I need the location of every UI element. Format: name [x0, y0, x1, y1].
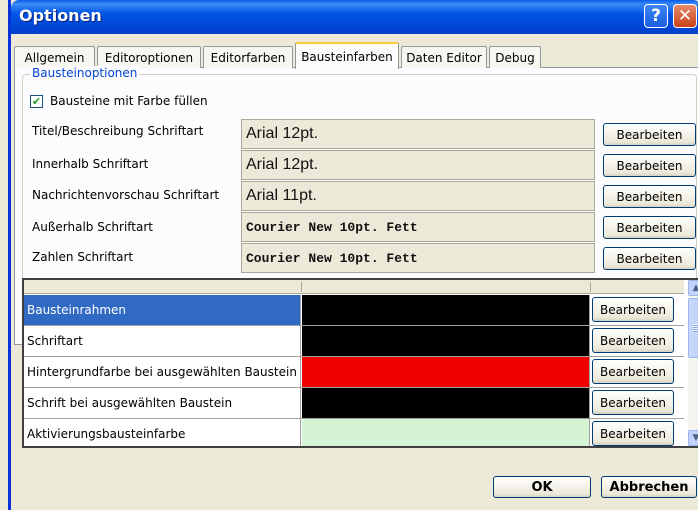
font-label-zahlen: Zahlen Schriftart — [32, 250, 134, 264]
edit-font-nachrichtenvorschau-button[interactable]: Bearbeiten — [603, 185, 696, 208]
font-label-titel: Titel/Beschreibung Schriftart — [32, 124, 204, 138]
scroll-thumb[interactable] — [688, 298, 698, 358]
tab-allgemein[interactable]: Allgemein — [14, 46, 95, 68]
grid-header — [24, 280, 684, 294]
color-row-label[interactable]: Schrift bei ausgewählten Baustein — [24, 388, 301, 418]
edit-font-innerhalb-button[interactable]: Bearbeiten — [603, 154, 696, 177]
font-preview-zahlen: Courier New 10pt. Fett — [241, 243, 595, 273]
edit-font-ausserhalb-button[interactable]: Bearbeiten — [603, 216, 696, 239]
color-swatch[interactable] — [302, 295, 590, 325]
grip-icon — [692, 324, 698, 332]
color-grid: Bausteinrahmen Bearbeiten Schriftart Bea… — [22, 278, 698, 448]
help-button[interactable]: ? — [644, 4, 668, 28]
edit-color-button[interactable]: Bearbeiten — [592, 359, 674, 384]
edit-font-titel-button[interactable]: Bearbeiten — [603, 123, 696, 146]
tab-bausteinfarben[interactable]: Bausteinfarben — [295, 42, 399, 69]
options-dialog: Optionen ? ✕ Allgemein Editoroptionen Ed… — [8, 0, 698, 510]
color-swatch[interactable] — [302, 326, 590, 356]
color-row-label[interactable]: Hintergrundfarbe bei ausgewählten Bauste… — [24, 357, 301, 387]
font-preview-titel: Arial 12pt. — [241, 119, 595, 149]
cancel-button[interactable]: Abbrechen — [601, 476, 697, 498]
font-preview-innerhalb: Arial 12pt. — [241, 150, 595, 180]
edit-color-button[interactable]: Bearbeiten — [592, 421, 674, 446]
fill-checkbox-label[interactable]: Bausteine mit Farbe füllen — [50, 94, 208, 108]
edit-color-button[interactable]: Bearbeiten — [592, 390, 674, 415]
edit-font-zahlen-button[interactable]: Bearbeiten — [603, 247, 696, 270]
font-preview-text: Courier New 10pt. Fett — [246, 250, 418, 266]
checkmark-icon: ✔ — [31, 95, 42, 108]
font-preview-text: Arial 12pt. — [246, 156, 319, 173]
color-row-schrift-ausgewaehlt[interactable]: Schrift bei ausgewählten Baustein Bearbe… — [24, 388, 684, 419]
color-row-bausteinrahmen[interactable]: Bausteinrahmen Bearbeiten — [24, 295, 684, 326]
grid-header-divider[interactable] — [590, 282, 591, 292]
tab-editorfarben[interactable]: Editorfarben — [203, 46, 293, 68]
tab-debug[interactable]: Debug — [489, 46, 541, 68]
close-button[interactable]: ✕ — [673, 4, 697, 28]
color-row-hintergrundfarbe[interactable]: Hintergrundfarbe bei ausgewählten Bauste… — [24, 357, 684, 388]
group-legend: Bausteinoptionen — [30, 66, 140, 80]
font-preview-ausserhalb: Courier New 10pt. Fett — [241, 212, 595, 242]
font-preview-text: Courier New 10pt. Fett — [246, 219, 418, 235]
color-row-label[interactable]: Aktivierungsbausteinfarbe — [24, 419, 301, 446]
font-label-ausserhalb: Außerhalb Schriftart — [32, 220, 154, 234]
color-swatch[interactable] — [302, 357, 590, 387]
grid-scrollbar[interactable]: ▲ ▼ — [688, 280, 698, 446]
tab-editoroptionen[interactable]: Editoroptionen — [97, 46, 201, 68]
color-row-label[interactable]: Schriftart — [24, 326, 301, 356]
font-preview-text: Arial 12pt. — [246, 125, 319, 142]
font-label-innerhalb: Innerhalb Schriftart — [32, 157, 149, 171]
color-swatch[interactable] — [302, 388, 590, 418]
window-title: Optionen — [19, 6, 102, 25]
font-preview-nachrichtenvorschau: Arial 11pt. — [241, 181, 595, 211]
scroll-down-icon[interactable]: ▼ — [688, 430, 698, 446]
tab-daten-editor[interactable]: Daten Editor — [401, 46, 487, 68]
ok-button[interactable]: OK — [493, 476, 591, 498]
color-row-aktivierungsbausteinfarbe[interactable]: Aktivierungsbausteinfarbe Bearbeiten — [24, 419, 684, 446]
title-bar[interactable]: Optionen ? ✕ — [11, 0, 698, 34]
font-label-nachrichtenvorschau: Nachrichtenvorschau Schriftart — [32, 188, 220, 202]
edit-color-button[interactable]: Bearbeiten — [592, 297, 674, 322]
scroll-up-icon[interactable]: ▲ — [688, 280, 698, 296]
font-preview-text: Arial 11pt. — [246, 187, 317, 204]
edit-color-button[interactable]: Bearbeiten — [592, 328, 674, 353]
color-row-label[interactable]: Bausteinrahmen — [24, 295, 301, 325]
color-row-schriftart[interactable]: Schriftart Bearbeiten — [24, 326, 684, 357]
color-swatch[interactable] — [302, 419, 590, 446]
fill-checkbox[interactable]: ✔ — [30, 95, 43, 108]
grid-header-divider[interactable] — [301, 282, 302, 292]
